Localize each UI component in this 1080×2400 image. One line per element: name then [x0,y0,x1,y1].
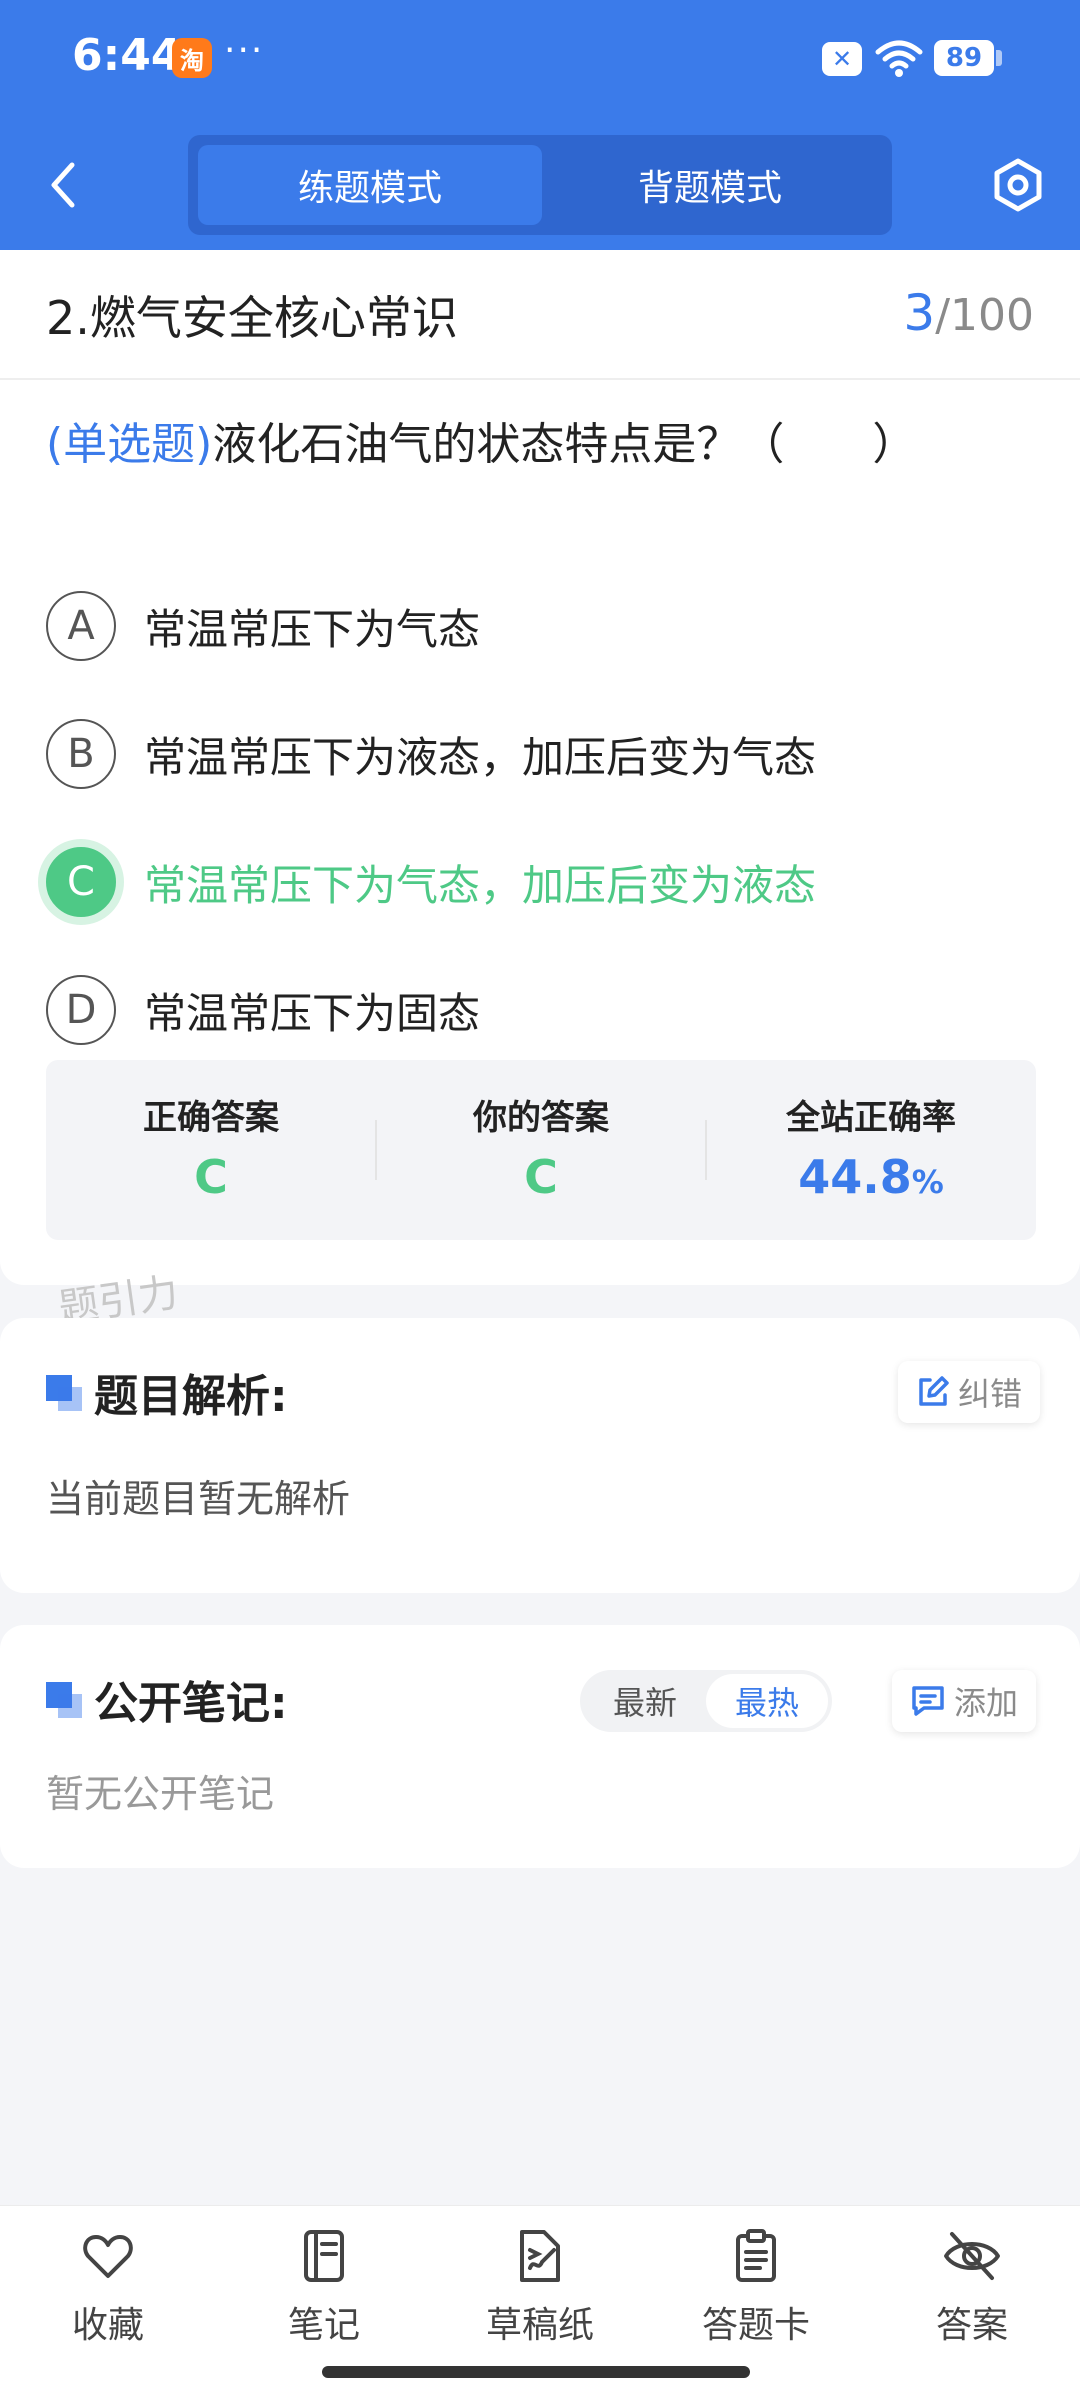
scratch-paper-button[interactable]: 草稿纸 [460,2228,620,2358]
scratch-paper-label: 草稿纸 [485,2305,594,2346]
home-indicator[interactable] [322,2366,750,2378]
your-answer-label: 你的答案 [473,1098,609,1138]
heart-icon [83,2235,133,2278]
header: 6:44 淘 ··· ✕ 89 练题模式 背题模式 [0,0,1080,250]
option-text: 常温常压下为固态 [144,988,481,1038]
site-accuracy-label: 全站正确率 [786,1098,956,1138]
notes-label: 笔记 [287,2305,360,2346]
sort-hottest[interactable]: 最热 [706,1674,828,1728]
favorite-button[interactable]: 收藏 [28,2228,188,2358]
battery-indicator: 89 [934,40,994,76]
option-d[interactable]: D 常温常压下为固态 [46,960,1036,1060]
tab-practice-mode[interactable]: 练题模式 [198,145,542,225]
question-text: (单选题)液化石油气的状态特点是？（ ） [46,408,1036,472]
your-answer-value: C [524,1150,558,1204]
sort-latest[interactable]: 最新 [584,1674,706,1728]
section-marker-icon [46,1682,82,1718]
option-text: 常温常压下为气态 [144,604,481,654]
status-bar: 6:44 淘 ··· ✕ 89 [0,0,1080,120]
draft-icon [520,2230,560,2282]
edit-icon [919,1376,949,1406]
question-stem: 液化石油气的状态特点是？（ ） [212,419,917,470]
answer-sheet-button[interactable]: 答题卡 [676,2228,836,2358]
more-notifications-icon: ··· [224,30,265,71]
battery-tip [996,50,1002,66]
question-card: 2.燃气安全核心常识 3/100 (单选题)液化石油气的状态特点是？（ ） A … [0,250,1080,1285]
site-accuracy-number: 44.8 [798,1150,912,1204]
add-note-button[interactable]: 添加 [892,1670,1037,1732]
section-row: 2.燃气安全核心常识 3/100 [0,250,1080,380]
tab-memorize-mode[interactable]: 背题模式 [538,145,882,225]
report-error-label: 纠错 [958,1375,1023,1413]
option-text: 常温常压下为液态，加压后变为气态 [144,732,817,782]
progress-current: 3 [903,284,936,342]
correct-answer-value: C [194,1150,228,1204]
sim-off-icon: ✕ [822,42,862,76]
section-title: 2.燃气安全核心常识 [46,291,458,345]
analysis-body: 当前题目暂无解析 [46,1477,351,1521]
progress-total: /100 [935,290,1034,341]
notes-sort-toggle: 最新 最热 [580,1670,832,1732]
show-answer-label: 答案 [935,2305,1008,2346]
wifi-icon [875,40,923,77]
report-error-button[interactable]: 纠错 [898,1361,1041,1423]
option-c[interactable]: C 常温常压下为气态，加压后变为液态 [46,832,1036,932]
option-b[interactable]: B 常温常压下为液态，加压后变为气态 [46,704,1036,804]
section-marker-icon [46,1375,82,1411]
taobao-app-icon: 淘 [172,38,212,78]
option-letter: A [46,591,116,661]
question-progress[interactable]: 3/100 [903,284,1034,342]
correct-answer-label: 正确答案 [143,1098,279,1138]
option-letter: C [46,847,116,917]
notes-empty-text: 暂无公开笔记 [46,1772,275,1816]
site-accuracy-unit: % [911,1163,944,1201]
your-answer: 你的答案 C [376,1060,706,1240]
question-type-label: (单选题) [46,419,213,470]
site-accuracy-value: 44.8% [706,1150,1036,1204]
notebook-icon [304,2230,344,2282]
option-letter: B [46,719,116,789]
correct-answer: 正确答案 C [46,1060,376,1240]
analysis-card: 题目解析: 纠错 当前题目暂无解析 [0,1318,1080,1593]
show-answer-button[interactable]: 答案 [892,2228,1052,2358]
option-letter: D [46,975,116,1045]
mode-switch: 练题模式 背题模式 [188,135,892,235]
answer-summary: 正确答案 C 你的答案 C 全站正确率 44.8% [46,1060,1036,1240]
analysis-title: 题目解析: [94,1371,288,1422]
add-note-label: 添加 [954,1684,1019,1722]
comment-icon [912,1686,944,1716]
settings-icon[interactable] [988,155,1048,215]
site-accuracy: 全站正确率 44.8% [706,1060,1036,1240]
status-time: 6:44 [72,30,182,81]
back-button[interactable] [38,150,88,220]
favorite-label: 收藏 [71,2305,144,2346]
notes-card: 公开笔记: 最新 最热 添加 暂无公开笔记 [0,1625,1080,1868]
notes-title: 公开笔记: [94,1678,288,1729]
clipboard-icon [736,2229,776,2282]
option-text: 常温常压下为气态，加压后变为液态 [144,860,817,910]
eye-off-icon [944,2232,1000,2280]
notes-button[interactable]: 笔记 [244,2228,404,2358]
answer-sheet-label: 答题卡 [701,2305,810,2346]
option-a[interactable]: A 常温常压下为气态 [46,576,1036,676]
chevron-left-icon [51,162,75,208]
